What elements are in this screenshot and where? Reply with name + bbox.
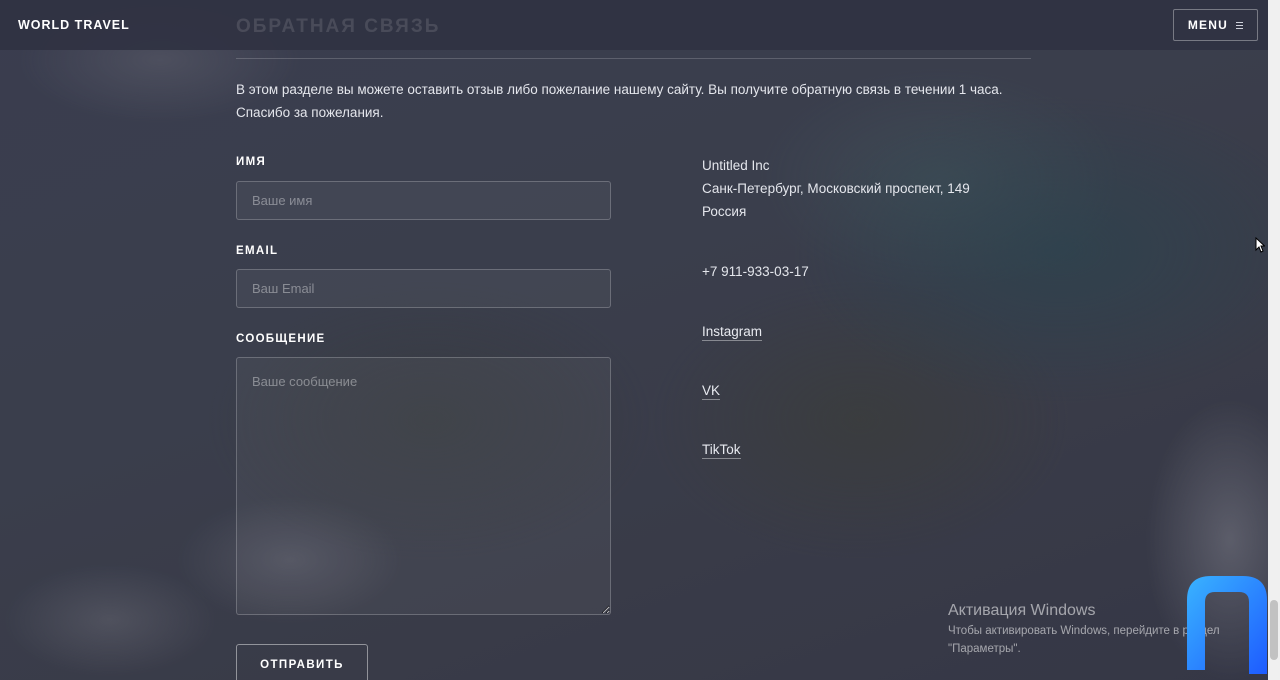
- windows-activation-line-1: Чтобы активировать Windows, перейдите в …: [948, 625, 1220, 637]
- message-textarea[interactable]: [236, 357, 611, 615]
- windows-activation-line-2: "Параметры".: [948, 643, 1021, 655]
- company-name: Untitled Inc: [702, 158, 770, 173]
- company-address: Санк-Петербург, Московский проспект, 149: [702, 181, 970, 196]
- vk-link[interactable]: VK: [702, 382, 721, 400]
- message-label: СООБЩЕНИЕ: [236, 333, 326, 345]
- page-scrollbar[interactable]: [1268, 0, 1280, 680]
- windows-activation-watermark: Активация Windows Чтобы активировать Win…: [948, 601, 1220, 657]
- contact-block: Untitled Inc Санк-Петербург, Московский …: [702, 154, 970, 223]
- windows-activation-title: Активация Windows: [948, 602, 1096, 619]
- brand-logo-text[interactable]: WORLD TRAVEL: [18, 18, 130, 32]
- name-input[interactable]: [236, 181, 611, 220]
- scrollbar-thumb[interactable]: [1270, 600, 1278, 660]
- name-label: ИМЯ: [236, 156, 267, 168]
- intro-text: В этом разделе вы можете оставить отзыв …: [236, 78, 1036, 124]
- mouse-cursor-icon: [1255, 237, 1265, 253]
- contact-phone: +7 911-933-03-17: [702, 264, 809, 279]
- intro-line-1: В этом разделе вы можете оставить отзыв …: [236, 82, 1003, 97]
- email-input[interactable]: [236, 269, 611, 308]
- hamburger-icon: [1236, 21, 1243, 29]
- menu-button[interactable]: MENU: [1172, 9, 1258, 41]
- instagram-link[interactable]: Instagram: [702, 323, 763, 341]
- top-navigation-bar: WORLD TRAVEL MENU: [0, 0, 1268, 50]
- menu-button-label: MENU: [1187, 18, 1228, 32]
- section-title: ОБРАТНАЯ СВЯЗЬ: [236, 16, 441, 37]
- company-country: Россия: [702, 204, 747, 219]
- title-divider: [236, 58, 1031, 59]
- submit-button[interactable]: ОТПРАВИТЬ: [236, 644, 368, 680]
- corner-app-logo-icon: [1187, 576, 1267, 674]
- tiktok-link[interactable]: TikTok: [702, 441, 741, 459]
- email-label: EMAIL: [236, 245, 279, 257]
- intro-line-2: Спасибо за пожелания.: [236, 105, 384, 120]
